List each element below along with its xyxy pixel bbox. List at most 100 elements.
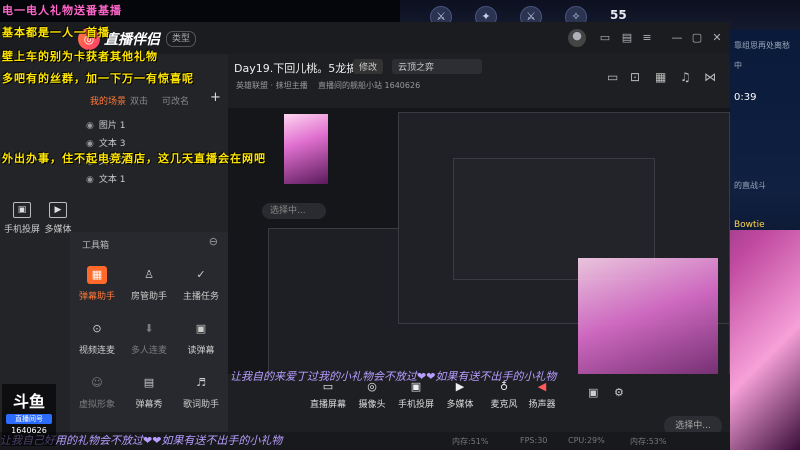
overlay-text: 基本都是一人一首播	[2, 26, 110, 39]
screen-capture-button[interactable]: ▭ 直播屏幕	[308, 380, 348, 410]
add-scene-button[interactable]: +	[210, 90, 221, 105]
bottom-label: 扬声器	[528, 400, 556, 410]
tool-video-link[interactable]: ⊙ 视频连麦	[72, 320, 122, 356]
overlay-text: 电一电人礼物送番基播	[2, 4, 122, 17]
screen-icon[interactable]: ▭	[607, 70, 618, 84]
layout-icon[interactable]: ▦	[655, 70, 666, 84]
tool-multi-link[interactable]: ⬇ 多人连麦	[124, 320, 174, 356]
edit-title-button[interactable]: 修改	[353, 59, 384, 74]
tool-danmu-show[interactable]: ▤ 弹幕秀	[124, 374, 174, 410]
toolbox-title: 工具箱	[82, 241, 110, 251]
stream-category: 英雄联盟 · 抹坦主播	[236, 81, 308, 90]
play-icon: ▶	[49, 202, 67, 218]
bottom-label: 直播屏幕	[309, 400, 346, 410]
app-window: ◎ 直播伴侣 类型 ● ▭ ▤ ≡ — ▢ ✕ 我的场景 双击 可改名 + ◉ …	[0, 22, 730, 450]
settings-icon[interactable]: ⚙	[614, 386, 624, 399]
read-danmu-icon: ▣	[195, 322, 207, 335]
tool-streamer-tasks[interactable]: ✓ 主播任务	[176, 266, 226, 302]
tool-label: 歌词助手	[182, 400, 219, 410]
tool-read-danmu[interactable]: ▣ 读弹幕	[176, 320, 226, 356]
tool-label: 视频连麦	[78, 346, 115, 356]
record-icon[interactable]: ▣	[588, 386, 598, 399]
tool-label: 多人连麦	[130, 346, 167, 356]
scene-item[interactable]: ◉ 文本 3	[86, 136, 125, 149]
bottom-label: 麦克风	[490, 400, 518, 410]
douyu-room-id: 1640626	[11, 426, 47, 435]
toolbox-more-icon[interactable]: ⊖	[209, 235, 218, 248]
toolbox-panel: 工具箱 ⊖ ▦ 弹幕助手 ♙ 房管助手 ✓ 主播任务 ⊙ 视频连麦 ⬇ 多人连麦 ▣ 读弹幕…	[70, 232, 228, 450]
tool-label: 读弹幕	[187, 346, 215, 356]
avatar-face-icon: ☺	[91, 376, 103, 389]
speaker-button[interactable]: ◀ 扬声器	[522, 380, 562, 410]
tool-danmu-assistant[interactable]: ▦ 弹幕助手	[72, 266, 122, 302]
tool-label: 弹幕秀	[135, 400, 163, 410]
phone-cast-label: 手机投屏	[3, 225, 40, 235]
anime-figure	[284, 114, 328, 184]
video-link-icon: ⊙	[92, 322, 102, 335]
tool-room-manager[interactable]: ♙ 房管助手	[124, 266, 174, 302]
bell-icon[interactable]: ♫	[680, 70, 691, 84]
eye-icon[interactable]: ◉	[86, 139, 96, 149]
danmu-assistant-icon: ▦	[87, 266, 107, 284]
phone-cast-icon: ▣	[13, 202, 31, 218]
status-item: FPS:30	[520, 436, 548, 445]
maximize-icon[interactable]: ▢	[690, 31, 704, 45]
chat-input[interactable]: 选择中...	[262, 203, 326, 219]
room-info: 直播间的舰船小站 1640626	[318, 81, 421, 90]
overlay-text: 外出办事，住不起电竞酒店，这几天直播会在网吧	[2, 152, 266, 165]
overlay-text: 壁上车的别为卡获者其他礼物	[2, 50, 158, 63]
scene-label: 文本 3	[98, 139, 126, 149]
category-selector[interactable]: 云顶之弈	[392, 59, 482, 74]
tool-label: 房管助手	[130, 292, 167, 302]
douyu-logo: 斗鱼	[12, 392, 45, 411]
menu-icon[interactable]: ≡	[640, 31, 654, 45]
status-item: 内存:51%	[452, 437, 489, 446]
camera-button[interactable]: ◎ 摄像头	[352, 380, 392, 410]
close-icon[interactable]: ✕	[710, 31, 724, 45]
lock-icon[interactable]: ⊡	[630, 70, 640, 84]
minimize-icon[interactable]: —	[670, 31, 684, 45]
douyu-watermark: 斗鱼 直播间号 1640626	[2, 384, 56, 446]
microphone-button[interactable]: ♁ 麦克风	[484, 380, 524, 410]
avatar-icon[interactable]: ●	[568, 29, 586, 47]
task-icon: ✓	[196, 268, 206, 281]
danmu-text: 让我自的来爱丁过我的小礼物会不放过❤❤如果有送不出手的小礼物	[230, 370, 557, 383]
scene-item[interactable]: ◉ 图片 1	[86, 118, 125, 131]
mode-badge[interactable]: 类型	[166, 31, 197, 47]
status-item: CPU:29%	[568, 436, 605, 445]
eye-icon[interactable]: ◉	[86, 121, 96, 131]
overlay-text: 多吧有的丝群，加一下万一有惊喜呢	[2, 72, 194, 85]
app-title: 直播伴侣	[104, 32, 160, 48]
game-brand: Bowtie	[734, 220, 765, 230]
tool-label: 主播任务	[182, 292, 219, 302]
bottom-label: 多媒体	[446, 400, 474, 410]
tab-double[interactable]: 双击	[130, 94, 148, 107]
tab-rename[interactable]: 可改名	[162, 94, 189, 107]
scene-label: 图片 1	[98, 121, 126, 131]
media-button[interactable]: ▶ 多媒体	[440, 380, 480, 410]
tool-avatar[interactable]: ☺ 虚拟形象	[72, 374, 122, 410]
media-label: 多媒体	[44, 225, 72, 235]
bottom-label: 手机投屏	[397, 400, 434, 410]
eye-icon[interactable]: ◉	[86, 175, 96, 185]
game-panel-text: 的直战斗	[734, 181, 766, 190]
media-button[interactable]: ▶ 多媒体	[36, 202, 80, 235]
danmu-show-icon: ▤	[143, 376, 155, 389]
tool-label: 弹幕助手	[78, 292, 115, 302]
coin-count: 55	[610, 8, 627, 22]
game-panel-text: 中	[734, 61, 742, 70]
bottom-label: 摄像头	[358, 400, 386, 410]
scene-item[interactable]: ◉ 文本 1	[86, 172, 125, 185]
message-icon[interactable]: ▭	[598, 31, 612, 45]
douyu-tag: 直播间号	[6, 414, 52, 424]
shirt-icon[interactable]: ▤	[620, 31, 634, 45]
user-icon: ♙	[144, 268, 154, 281]
download-icon: ⬇	[144, 322, 154, 335]
status-item: 内存:53%	[630, 437, 667, 446]
scene-label: 文本 1	[98, 175, 126, 185]
share-icon[interactable]: ⋈	[704, 70, 716, 84]
tool-lyrics[interactable]: ♬ 歌词助手	[176, 374, 226, 410]
phone-cast-button[interactable]: ▣ 手机投屏	[396, 380, 436, 410]
game-timer: 0:39	[734, 92, 757, 103]
tab-my-scenes[interactable]: 我的场景	[90, 94, 126, 107]
